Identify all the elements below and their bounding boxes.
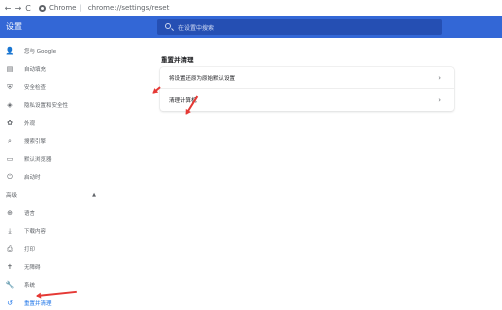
- sidebar-item-search-engine[interactable]: ⌕ 搜索引擎: [0, 134, 150, 148]
- caret-up-icon: ▲: [92, 192, 96, 198]
- advanced-toggle[interactable]: 高级 ▲: [6, 189, 96, 201]
- chevron-right-icon: ›: [438, 73, 441, 82]
- sidebar-item-you-and-google[interactable]: 👤 您与 Google: [0, 44, 150, 58]
- sidebar-item-on-startup[interactable]: ⏻ 启动时: [0, 170, 150, 184]
- printer-icon: ⎙: [7, 244, 13, 253]
- person-icon: 👤: [5, 47, 15, 55]
- restore-defaults-label: 将设置还原为原始默认设置: [169, 75, 236, 82]
- sidebar-item-label: 自动填充: [24, 67, 47, 73]
- search-icon: [165, 23, 171, 29]
- sidebar-item-label: 下载内容: [24, 229, 47, 235]
- address-bar: ← → C Chrome | chrome://settings/reset: [0, 0, 502, 16]
- settings-header: 设置 在设置中搜索: [0, 16, 502, 38]
- reset-icon: ↺: [7, 299, 13, 307]
- url-path[interactable]: chrome://settings/reset: [88, 4, 170, 12]
- sidebar-item-label: 您与 Google: [24, 49, 57, 55]
- sidebar-item-label: 启动时: [24, 175, 41, 181]
- chevron-right-icon: ›: [438, 96, 441, 104]
- shield-lock-icon: ◈: [7, 101, 13, 109]
- browser-icon: ▭: [6, 155, 14, 163]
- clean-computer-row[interactable]: 清理计算机 ›: [160, 89, 454, 111]
- sidebar-item-label: 打印: [24, 247, 36, 253]
- reload-icon[interactable]: C: [23, 4, 33, 13]
- section-title: 重置并清理: [161, 56, 194, 64]
- sidebar-item-system[interactable]: 🔧 系统: [0, 278, 150, 292]
- advanced-label: 高级: [6, 193, 18, 199]
- sidebar-item-label: 安全检查: [24, 85, 47, 91]
- restore-defaults-row[interactable]: 将设置还原为原始默认设置 ›: [160, 67, 454, 89]
- power-icon: ⏻: [7, 172, 13, 181]
- search-input[interactable]: 在设置中搜索: [157, 19, 442, 35]
- sidebar-item-autofill[interactable]: ▤ 自动填充: [0, 62, 150, 76]
- sidebar-item-label: 重置并清理: [24, 301, 52, 307]
- page-title: 设置: [6, 22, 22, 31]
- sidebar-item-label: 隐私设置和安全性: [24, 103, 69, 109]
- wrench-icon: 🔧: [5, 281, 15, 289]
- sidebar-item-downloads[interactable]: ⤓ 下载内容: [0, 224, 150, 238]
- forward-icon[interactable]: →: [13, 4, 23, 13]
- search-icon: ⌕: [8, 136, 12, 145]
- sidebar-item-label: 默认浏览器: [24, 157, 52, 163]
- sidebar-item-appearance[interactable]: ✿ 外观: [0, 116, 150, 130]
- url-host[interactable]: Chrome: [49, 4, 76, 12]
- clipboard-icon: ▤: [6, 65, 14, 73]
- sidebar: 👤 您与 Google ▤ 自动填充 ⛨ 安全检查 ◈ 隐私设置和安全性 ✿ 外…: [0, 38, 150, 310]
- sidebar-item-label: 语言: [24, 211, 36, 217]
- url-separator: |: [79, 4, 82, 12]
- site-info-icon[interactable]: [39, 4, 46, 12]
- reset-card: 将设置还原为原始默认设置 › 清理计算机 ›: [160, 67, 454, 111]
- download-icon: ⤓: [8, 226, 12, 235]
- sidebar-item-printing[interactable]: ⎙ 打印: [0, 242, 150, 256]
- sidebar-item-reset-and-clean[interactable]: ↺ 重置并清理: [0, 296, 150, 310]
- accessibility-icon: ✝: [7, 263, 13, 271]
- shield-icon: ⛨: [7, 82, 13, 91]
- globe-icon: ⊕: [7, 209, 13, 217]
- search-placeholder: 在设置中搜索: [178, 25, 215, 32]
- back-icon[interactable]: ←: [3, 4, 13, 13]
- sidebar-item-privacy[interactable]: ◈ 隐私设置和安全性: [0, 98, 150, 112]
- sidebar-item-safety-check[interactable]: ⛨ 安全检查: [0, 80, 150, 94]
- palette-icon: ✿: [7, 119, 13, 127]
- sidebar-item-default-browser[interactable]: ▭ 默认浏览器: [0, 152, 150, 166]
- sidebar-item-label: 外观: [24, 121, 36, 127]
- sidebar-item-label: 搜索引擎: [24, 139, 47, 145]
- sidebar-item-label: 系统: [24, 283, 36, 289]
- sidebar-item-accessibility[interactable]: ✝ 无障碍: [0, 260, 150, 274]
- sidebar-item-label: 无障碍: [24, 265, 41, 271]
- sidebar-item-languages[interactable]: ⊕ 语言: [0, 206, 150, 220]
